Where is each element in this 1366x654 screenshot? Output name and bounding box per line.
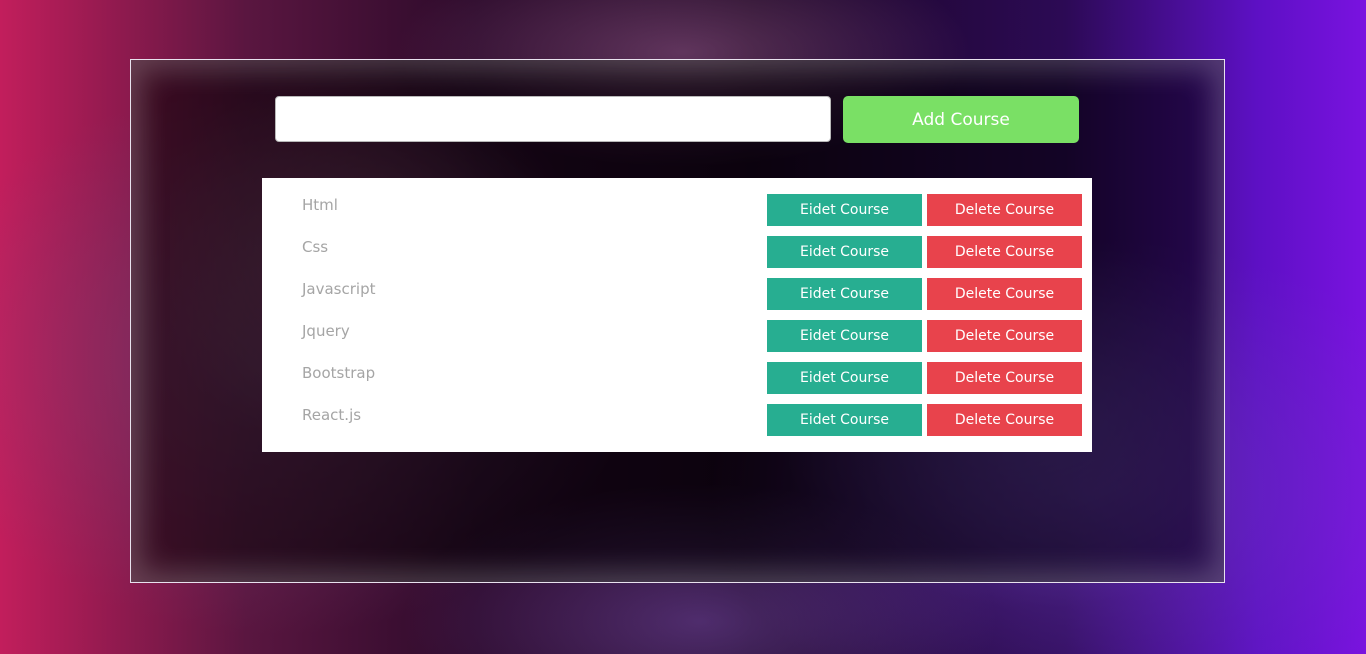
course-name: Html — [302, 196, 338, 214]
course-name: React.js — [302, 406, 362, 424]
course-item-reactjs: React.js Eidet Course Delete Course — [262, 404, 1092, 436]
edit-course-button[interactable]: Eidet Course — [767, 404, 922, 436]
course-item-html: Html Eidet Course Delete Course — [262, 194, 1092, 226]
course-item-css: Css Eidet Course Delete Course — [262, 236, 1092, 268]
course-item-bootstrap: Bootstrap Eidet Course Delete Course — [262, 362, 1092, 394]
edit-course-button[interactable]: Eidet Course — [767, 320, 922, 352]
delete-course-button[interactable]: Delete Course — [927, 320, 1082, 352]
course-name: Css — [302, 238, 329, 256]
course-item-jquery: Jquery Eidet Course Delete Course — [262, 320, 1092, 352]
course-name: Bootstrap — [302, 364, 376, 382]
delete-course-button[interactable]: Delete Course — [927, 194, 1082, 226]
delete-course-button[interactable]: Delete Course — [927, 362, 1082, 394]
course-name: Jquery — [302, 322, 350, 340]
edit-course-button[interactable]: Eidet Course — [767, 278, 922, 310]
edit-course-button[interactable]: Eidet Course — [767, 362, 922, 394]
delete-course-button[interactable]: Delete Course — [927, 236, 1082, 268]
edit-course-button[interactable]: Eidet Course — [767, 194, 922, 226]
course-name: Javascript — [302, 280, 376, 298]
edit-course-button[interactable]: Eidet Course — [767, 236, 922, 268]
course-list: Html Eidet Course Delete Course Css Eide… — [262, 178, 1092, 452]
course-panel: Add Course Html Eidet Course Delete Cour… — [130, 59, 1225, 583]
add-course-button[interactable]: Add Course — [843, 96, 1079, 143]
delete-course-button[interactable]: Delete Course — [927, 404, 1082, 436]
course-item-javascript: Javascript Eidet Course Delete Course — [262, 278, 1092, 310]
delete-course-button[interactable]: Delete Course — [927, 278, 1082, 310]
course-name-input[interactable] — [275, 96, 831, 142]
